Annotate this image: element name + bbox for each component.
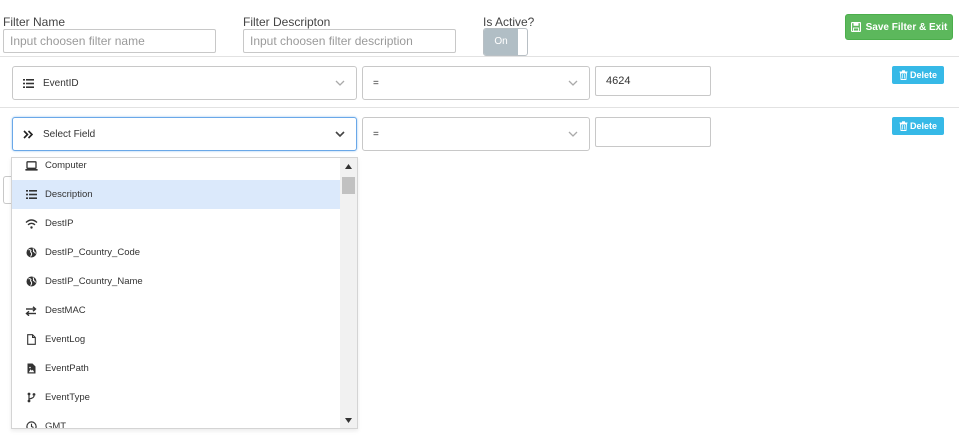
is-active-label: Is Active? xyxy=(483,15,535,29)
dropdown-option-label: EventType xyxy=(45,392,90,403)
laptop-icon xyxy=(24,160,38,171)
dropdown-option-description[interactable]: Description xyxy=(12,180,341,209)
file-icon xyxy=(24,334,38,345)
trash-icon xyxy=(899,121,908,131)
dropdown-option-eventlog[interactable]: EventLog xyxy=(12,325,341,354)
delete-button-row-1[interactable]: Delete xyxy=(892,66,944,84)
dropdown-option-label: DestIP_Country_Name xyxy=(45,276,143,287)
dropdown-option-destip[interactable]: DestIP xyxy=(12,209,341,238)
toggle-on-label: On xyxy=(484,29,518,55)
dropdown-scrollbar[interactable] xyxy=(340,158,357,428)
double-chevron-right-icon xyxy=(23,129,37,139)
delete-button-label: Delete xyxy=(909,121,937,131)
scroll-down-arrow-icon[interactable] xyxy=(340,412,357,428)
operator-value: = xyxy=(373,77,379,89)
globe-icon xyxy=(24,247,38,258)
dropdown-option-destip-country-name[interactable]: DestIP_Country_Name xyxy=(12,267,341,296)
dropdown-option-label: EventLog xyxy=(45,334,86,345)
chevron-down-icon xyxy=(334,128,346,143)
row-divider xyxy=(0,107,959,108)
filter-description-label: Filter Descripton xyxy=(243,15,331,29)
delete-button-row-2[interactable]: Delete xyxy=(892,117,944,135)
dropdown-option-label: GMT xyxy=(45,421,67,429)
filter-name-input[interactable] xyxy=(3,29,216,53)
is-active-toggle[interactable]: On xyxy=(483,28,528,56)
dropdown-option-computer[interactable]: Computer xyxy=(12,158,341,180)
filter-name-label: Filter Name xyxy=(3,15,66,29)
scrollbar-thumb[interactable] xyxy=(342,177,355,194)
dropdown-option-eventtype[interactable]: EventType xyxy=(12,383,341,412)
chevron-down-icon xyxy=(567,77,579,92)
trash-icon xyxy=(899,70,908,80)
field-select-row-1[interactable]: EventID xyxy=(12,66,357,100)
save-filter-exit-button[interactable]: Save Filter & Exit xyxy=(845,14,953,40)
list-icon xyxy=(24,190,38,199)
wifi-icon xyxy=(24,218,38,229)
dropdown-option-label: DestMAC xyxy=(45,305,86,316)
dropdown-option-destmac[interactable]: DestMAC xyxy=(12,296,341,325)
exchange-arrows-icon xyxy=(24,305,38,316)
field-select-value: EventID xyxy=(43,77,79,89)
value-input-row-2[interactable] xyxy=(595,117,711,147)
operator-select-row-1[interactable]: = xyxy=(362,66,590,100)
dropdown-option-label: EventPath xyxy=(45,363,89,374)
operator-value: = xyxy=(373,128,379,140)
field-dropdown-list[interactable]: Computer Description DestIP DestIP_Count… xyxy=(11,157,358,429)
header-divider xyxy=(0,56,959,57)
save-button-label: Save Filter & Exit xyxy=(865,21,948,33)
dropdown-option-label: Description xyxy=(45,189,93,200)
code-branch-icon xyxy=(24,392,38,403)
operator-select-row-2[interactable]: = xyxy=(362,117,590,151)
scroll-up-arrow-icon[interactable] xyxy=(340,158,357,174)
chevron-down-icon xyxy=(567,128,579,143)
dropdown-option-label: DestIP xyxy=(45,218,74,229)
dropdown-option-label: DestIP_Country_Code xyxy=(45,247,141,258)
chevron-down-icon xyxy=(334,77,346,92)
field-select-row-2[interactable]: Select Field xyxy=(12,117,357,151)
dropdown-option-destip-country-code[interactable]: DestIP_Country_Code xyxy=(12,238,341,267)
globe-icon xyxy=(24,276,38,287)
floppy-disk-icon xyxy=(850,22,861,32)
dropdown-option-label: Computer xyxy=(45,160,87,171)
delete-button-label: Delete xyxy=(909,70,937,80)
field-select-value: Select Field xyxy=(43,128,96,140)
value-input-row-1[interactable]: 4624 xyxy=(595,66,711,96)
dropdown-option-gmt[interactable]: GMT xyxy=(12,412,341,429)
file-image-icon xyxy=(24,363,38,374)
filter-description-input[interactable] xyxy=(243,29,456,53)
clock-icon xyxy=(24,421,38,428)
list-icon xyxy=(23,78,37,88)
dropdown-option-eventpath[interactable]: EventPath xyxy=(12,354,341,383)
